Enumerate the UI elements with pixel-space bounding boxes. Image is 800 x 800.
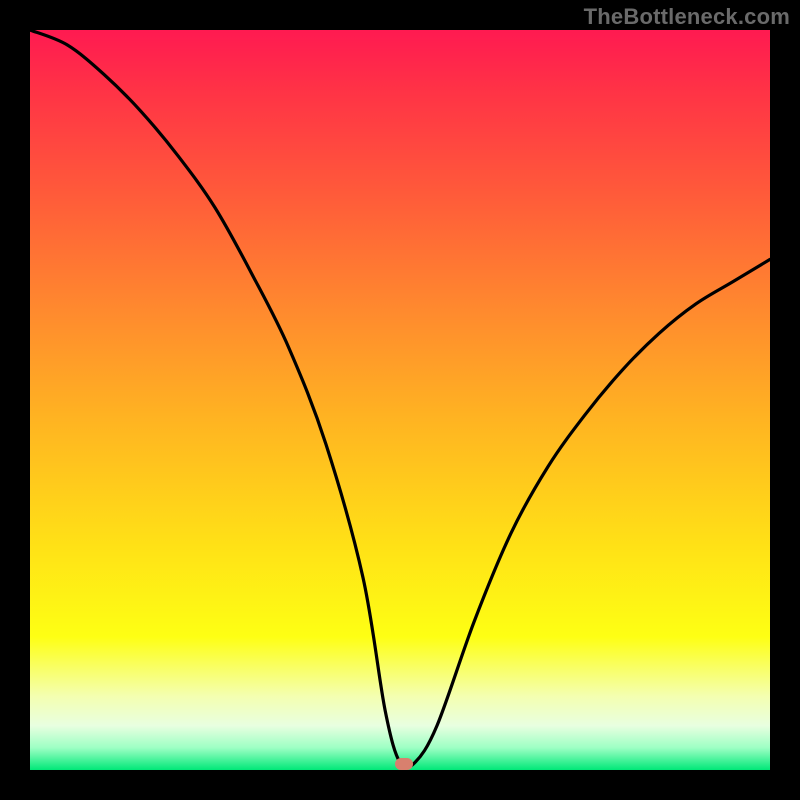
chart-frame: TheBottleneck.com <box>0 0 800 800</box>
watermark-text: TheBottleneck.com <box>584 4 790 30</box>
plot-area <box>30 30 770 770</box>
minimum-marker <box>395 758 413 770</box>
bottleneck-curve <box>30 30 770 770</box>
